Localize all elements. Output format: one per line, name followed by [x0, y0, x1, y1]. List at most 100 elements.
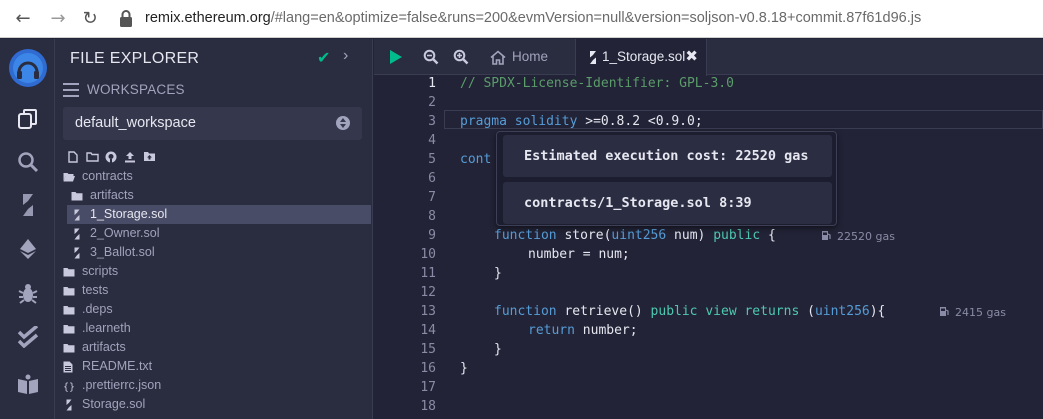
line-number: 3 [428, 114, 436, 129]
browser-toolbar: ← → ↻ remix.ethereum.org/#lang=en&optimi… [0, 0, 1043, 38]
file-text-icon [63, 360, 75, 373]
line-number: 7 [428, 190, 436, 205]
line-number: 12 [420, 285, 436, 300]
tooltip-cost-text: Estimated execution cost: 22520 gas [524, 148, 809, 164]
close-tab-icon[interactable]: ✖ [685, 39, 698, 75]
solidity-icon [65, 398, 77, 411]
file-tree-item-label: Storage.sol [82, 397, 146, 411]
line-number: 10 [420, 247, 436, 262]
file-tree-item-label: contracts [82, 169, 133, 183]
panel-title: FILE EXPLORER [70, 50, 200, 67]
deploy-run-icon[interactable] [14, 235, 42, 263]
search-icon[interactable] [14, 148, 42, 176]
select-caret-icon [336, 116, 350, 130]
code-line-9: function store(uint256 num) public { [494, 228, 776, 243]
file-tree-item[interactable]: artifacts [55, 186, 372, 205]
file-explorer-icon[interactable] [14, 105, 42, 133]
url-host: remix.ethereum.org [145, 10, 271, 26]
json-icon: {} [63, 379, 75, 393]
chevron-right-icon[interactable]: › [343, 47, 348, 65]
solidity-icon [73, 208, 85, 221]
code-editor[interactable]: 1 2 3 4 5 6 7 8 9 10 11 12 13 14 15 16 17 18 // SPDX-Lice… [374, 75, 1043, 419]
github-icon[interactable] [104, 150, 118, 163]
file-tree-item[interactable]: Storage.sol [55, 395, 372, 414]
code-line-14: return number; [528, 323, 638, 338]
code-line-15: } [494, 342, 502, 357]
run-play-icon[interactable] [386, 47, 406, 67]
file-tree-item-label: tests [82, 283, 109, 297]
code-line-1: // SPDX-License-Identifier: GPL-3.0 [460, 76, 734, 91]
reload-button[interactable]: ↻ [77, 6, 103, 32]
file-tree-item[interactable]: contracts [55, 167, 372, 186]
file-tree-item[interactable]: .deps [55, 300, 372, 319]
tooltip-location-text: contracts/1_Storage.sol 8:39 [524, 195, 752, 211]
file-tree-item[interactable]: 1_Storage.sol [67, 205, 371, 224]
lock-icon[interactable] [117, 9, 135, 29]
file-tree-item[interactable]: README.txt [55, 357, 372, 376]
address-bar[interactable]: remix.ethereum.org/#lang=en&optimize=fal… [145, 9, 921, 27]
file-tree-item[interactable]: artifacts [55, 338, 372, 357]
folder-icon [63, 265, 75, 277]
testing-check-icon[interactable] [14, 323, 42, 351]
file-tree-item[interactable]: tests [55, 281, 372, 300]
hamburger-menu-icon[interactable] [63, 83, 79, 97]
zoom-in-icon[interactable] [451, 47, 471, 67]
tab-home[interactable]: Home [487, 39, 575, 75]
remix-logo-icon[interactable] [7, 47, 49, 89]
file-tree-item[interactable]: 2_Owner.sol [55, 224, 372, 243]
tooltip-cost-section: Estimated execution cost: 22520 gas [503, 135, 832, 177]
new-folder-icon[interactable] [85, 150, 99, 163]
file-tree-item[interactable]: .learneth [55, 319, 372, 338]
file-toolbar [66, 150, 156, 164]
file-tree-item-label: 3_Ballot.sol [90, 245, 155, 259]
gas-tooltip: Estimated execution cost: 22520 gas cont… [496, 131, 837, 226]
line-number: 2 [428, 95, 436, 110]
line-number: 6 [428, 171, 436, 186]
file-explorer-panel: FILE EXPLORER ✔ › WORKSPACES default_wor… [55, 39, 373, 419]
line-number: 13 [420, 304, 436, 319]
forward-button[interactable]: → [45, 6, 71, 32]
new-file-icon[interactable] [66, 150, 80, 163]
code-line-13: function retrieve() public view returns … [494, 304, 886, 319]
workspace-select[interactable]: default_workspace [63, 107, 362, 140]
line-number: 8 [428, 209, 436, 224]
debugger-icon[interactable] [14, 279, 42, 307]
home-icon [490, 50, 506, 65]
file-tree-item[interactable]: 3_Ballot.sol [55, 243, 372, 262]
editor-area: Home 1_Storage.sol ✖ 1 2 3 4 5 6 7 8 9 10 11 12 13 14… [374, 39, 1043, 419]
folder-icon [63, 303, 75, 315]
line-number: 1 [428, 76, 436, 91]
line-number: 18 [420, 399, 436, 414]
solidity-icon [73, 246, 85, 259]
solidity-icon [73, 227, 85, 240]
code-line-16: } [460, 361, 468, 376]
file-tree-item-label: artifacts [82, 340, 126, 354]
line-number: 14 [420, 323, 436, 338]
solidity-icon [590, 51, 596, 64]
tab-1-storage-sol[interactable]: 1_Storage.sol ✖ [575, 39, 707, 76]
gas-estimate-store[interactable]: 22520 gas [821, 230, 895, 243]
back-button[interactable]: ← [10, 6, 36, 32]
gas-pump-icon [822, 231, 831, 240]
code-line-10: number = num; [528, 247, 630, 262]
folder-icon [71, 189, 83, 201]
gas-estimate-retrieve[interactable]: 2415 gas [939, 306, 1006, 319]
file-tree-item[interactable]: scripts [55, 262, 372, 281]
file-tree-item[interactable]: {} .prettierrc.json [55, 376, 372, 395]
upload-file-icon[interactable] [123, 150, 137, 163]
folder-open-icon [63, 170, 75, 182]
file-tree-item-label: README.txt [82, 359, 153, 373]
line-number: 17 [420, 380, 436, 395]
upload-folder-icon[interactable] [142, 150, 156, 163]
gas-pump-icon [940, 307, 949, 316]
line-number: 15 [420, 342, 436, 357]
workspace-select-value: default_workspace [75, 115, 196, 131]
zoom-out-icon[interactable] [421, 47, 441, 67]
solidity-compiler-icon[interactable] [14, 191, 42, 219]
file-tree-item-label: 1_Storage.sol [90, 207, 168, 221]
icon-rail [0, 39, 55, 419]
learneth-book-icon[interactable] [14, 371, 42, 399]
code-line-3: pragma solidity >=0.8.2 <0.9.0; [460, 114, 703, 129]
file-tree-item-label: scripts [82, 264, 119, 278]
file-tree-item-label: .learneth [82, 321, 131, 335]
